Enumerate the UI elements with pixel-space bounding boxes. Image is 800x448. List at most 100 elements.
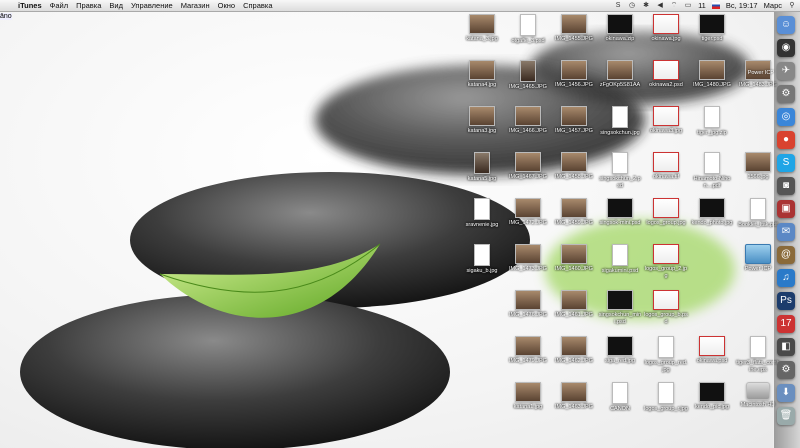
camera-icon[interactable]: ◙ bbox=[777, 177, 795, 195]
menu-app-itunes[interactable]: iTunes bbox=[14, 0, 46, 11]
desktop-icon[interactable]: IMG_1461.JPG bbox=[552, 290, 596, 319]
battery-icon[interactable]: ▭ bbox=[684, 2, 692, 9]
dock: ☺ ◉ ✈ ⚙ ◎ ● S ◙ ▣ ✉ @ ♫ Ps 17 ◧ ⚙ ⬇ 🗑 bbox=[773, 12, 800, 448]
desktop-icon[interactable]: singsok-mini.psd bbox=[598, 198, 642, 227]
desktop-icon[interactable]: logos_group.jpg bbox=[644, 198, 688, 227]
desktop-icon[interactable]: IMG_1472.JPG bbox=[506, 198, 550, 227]
dashboard-icon[interactable]: ◉ bbox=[777, 39, 795, 57]
desktop-icon-label: sigaku_b.jpg bbox=[466, 268, 498, 274]
desktop-icon-label: logos_group_r.jpg bbox=[644, 406, 688, 412]
menu-controls[interactable]: Управление bbox=[127, 0, 177, 11]
desktop-icon[interactable]: zFgOKp5S81AA bbox=[598, 60, 642, 89]
user-name[interactable]: Марс bbox=[764, 0, 782, 11]
menu-view[interactable]: Вид bbox=[105, 0, 127, 11]
spotlight-icon[interactable]: ⚲ bbox=[788, 2, 796, 9]
mail-icon[interactable]: ✉ bbox=[777, 223, 795, 241]
desktop-icon[interactable]: siga_red.jpg bbox=[598, 336, 642, 365]
desktop-icon[interactable]: okinawa.psd bbox=[690, 336, 734, 365]
desktop-icon[interactable]: IMG_1455.JPG bbox=[552, 14, 596, 43]
desktop-icon[interactable]: katana3.jpg bbox=[460, 106, 504, 135]
chrome-icon[interactable]: ● bbox=[777, 131, 795, 149]
desktop-icon[interactable]: logos_group_2.jpg bbox=[644, 244, 688, 279]
desktop-icon[interactable]: katana5.jpg bbox=[460, 152, 504, 183]
desktop-icon-label: katana4.jpg bbox=[467, 82, 497, 88]
skype-status-icon[interactable]: S bbox=[614, 2, 622, 9]
desktop-icon[interactable]: katana1.jpg bbox=[506, 382, 550, 411]
desktop-icon-label: okinawa.zip bbox=[605, 36, 635, 42]
skype-icon[interactable]: S bbox=[777, 154, 795, 172]
volume-icon[interactable]: ◀ bbox=[656, 2, 664, 9]
wifi-icon[interactable]: ⌔ bbox=[670, 2, 678, 9]
system-prefs-icon[interactable]: ⚙ bbox=[777, 361, 795, 379]
finder-icon[interactable]: ☺ bbox=[777, 16, 795, 34]
desktop-icon[interactable]: IMG_1480.JPG bbox=[690, 60, 734, 89]
file-thumbnail-icon bbox=[607, 290, 633, 310]
bluetooth-icon[interactable]: ✱ bbox=[642, 2, 650, 9]
desktop-icon[interactable]: sigakumini.psd bbox=[598, 244, 642, 275]
desktop-icon[interactable]: tiger.psd bbox=[690, 14, 734, 43]
downloads-icon[interactable]: ⬇ bbox=[777, 384, 795, 402]
clock[interactable]: Вс, 19:17 bbox=[726, 0, 758, 11]
photoshop-icon[interactable]: Ps bbox=[777, 292, 795, 310]
file-thumbnail-icon bbox=[561, 382, 587, 402]
desktop-icon[interactable]: sigaku_b.jpg bbox=[460, 244, 504, 275]
desktop-icon[interactable]: IMG_1473.JPG bbox=[506, 244, 550, 273]
desktop-icon[interactable]: katana_3.jpg bbox=[460, 14, 504, 43]
menu-edit[interactable]: Правка bbox=[72, 0, 105, 11]
desktop-icon[interactable]: logos_group_r.jpg bbox=[644, 382, 688, 413]
battery-percent[interactable]: 11 bbox=[698, 0, 706, 11]
ical-icon[interactable]: 17 bbox=[777, 315, 795, 333]
desktop-icon[interactable]: singsokchun.jpg bbox=[598, 106, 642, 137]
desktop-icon[interactable]: IMG_1459.JPG bbox=[552, 198, 596, 227]
desktop-icon[interactable]: tiger_jpg.zip bbox=[690, 106, 734, 137]
time-machine-icon[interactable]: ◷ bbox=[628, 2, 636, 9]
desktop-icon[interactable]: IMG_1463.JPG bbox=[552, 382, 596, 411]
desktop-icon[interactable]: otgafie_3.psd bbox=[506, 14, 550, 45]
desktop-icon[interactable]: singsokchun_2.psd bbox=[598, 152, 642, 189]
desktop-icon[interactable]: IMG_1476.JPG bbox=[506, 290, 550, 319]
safari-icon[interactable]: ◎ bbox=[777, 108, 795, 126]
menu-store[interactable]: Магазин bbox=[177, 0, 214, 11]
desktop-icon[interactable]: IMG_1458.JPG bbox=[552, 152, 596, 181]
desktop-icon[interactable]: IMG_1457.JPG bbox=[552, 106, 596, 135]
file-thumbnail-icon bbox=[699, 60, 725, 80]
desktop-icon[interactable]: Hinamoto-Nihon....pdf bbox=[690, 152, 734, 189]
preview-icon[interactable]: ◧ bbox=[777, 338, 795, 356]
desktop-icon[interactable]: singsokchun_mini.psd bbox=[598, 290, 642, 325]
desktop-icon[interactable]: CANON bbox=[598, 382, 642, 413]
desktop-icon-label: okinawa3.jpg bbox=[649, 128, 683, 134]
desktop-icon[interactable]: IMG_1465.JPG bbox=[506, 60, 550, 91]
desktop-icon[interactable]: logos_group_b.psd bbox=[644, 290, 688, 325]
desktop-icon[interactable]: okinawa.tif bbox=[644, 152, 688, 181]
folder-icon bbox=[745, 244, 771, 264]
desktop-icon[interactable]: IMG_1456.JPG bbox=[552, 60, 596, 89]
trash-icon[interactable]: 🗑 bbox=[777, 407, 795, 425]
menu-window[interactable]: Окно bbox=[214, 0, 239, 11]
desktop-icon-label: logos_group_b.psd bbox=[644, 312, 688, 325]
menu-help[interactable]: Справка bbox=[239, 0, 276, 11]
menu-file[interactable]: Файл bbox=[46, 0, 72, 11]
address-book-icon[interactable]: @ bbox=[777, 246, 795, 264]
desktop-icon[interactable]: katana4.jpg bbox=[460, 60, 504, 89]
itunes-icon[interactable]: ♫ bbox=[777, 269, 795, 287]
desktop-icon[interactable]: logos_group_red.jpg bbox=[644, 336, 688, 373]
desktop-icon[interactable]: IMG_1466.JPG bbox=[506, 106, 550, 135]
desktop-icon[interactable]: sravnenie.jpg bbox=[460, 198, 504, 229]
desktop-icon[interactable]: okinawa.zip bbox=[598, 14, 642, 43]
desktop-icon[interactable]: kendo_photo.jpg bbox=[690, 198, 734, 227]
desktop-icon[interactable]: IMG_1460.JPG bbox=[552, 244, 596, 273]
desktop-icon[interactable]: IMG_1479.JPG bbox=[506, 336, 550, 365]
desktop-icon[interactable]: okinawa.jpg bbox=[644, 14, 688, 43]
desktop-icon[interactable]: okinawa2.psd bbox=[644, 60, 688, 89]
file-thumbnail-icon bbox=[515, 198, 541, 218]
settings-icon[interactable]: ⚙ bbox=[777, 85, 795, 103]
photobooth-icon[interactable]: ▣ bbox=[777, 200, 795, 218]
desktop-icon[interactable]: IMG_1467.JPG bbox=[506, 152, 550, 181]
partial-icon-label[interactable]: āno bbox=[0, 13, 12, 20]
launchpad-icon[interactable]: ✈ bbox=[777, 62, 795, 80]
flag-ru-icon[interactable] bbox=[711, 2, 720, 9]
desktop-icon[interactable]: IMG_1462.JPG bbox=[552, 336, 596, 365]
desktop-icon[interactable]: kendo_pic.jpg bbox=[690, 382, 734, 411]
file-thumbnail-icon bbox=[520, 14, 536, 36]
desktop-icon[interactable]: okinawa3.jpg bbox=[644, 106, 688, 135]
